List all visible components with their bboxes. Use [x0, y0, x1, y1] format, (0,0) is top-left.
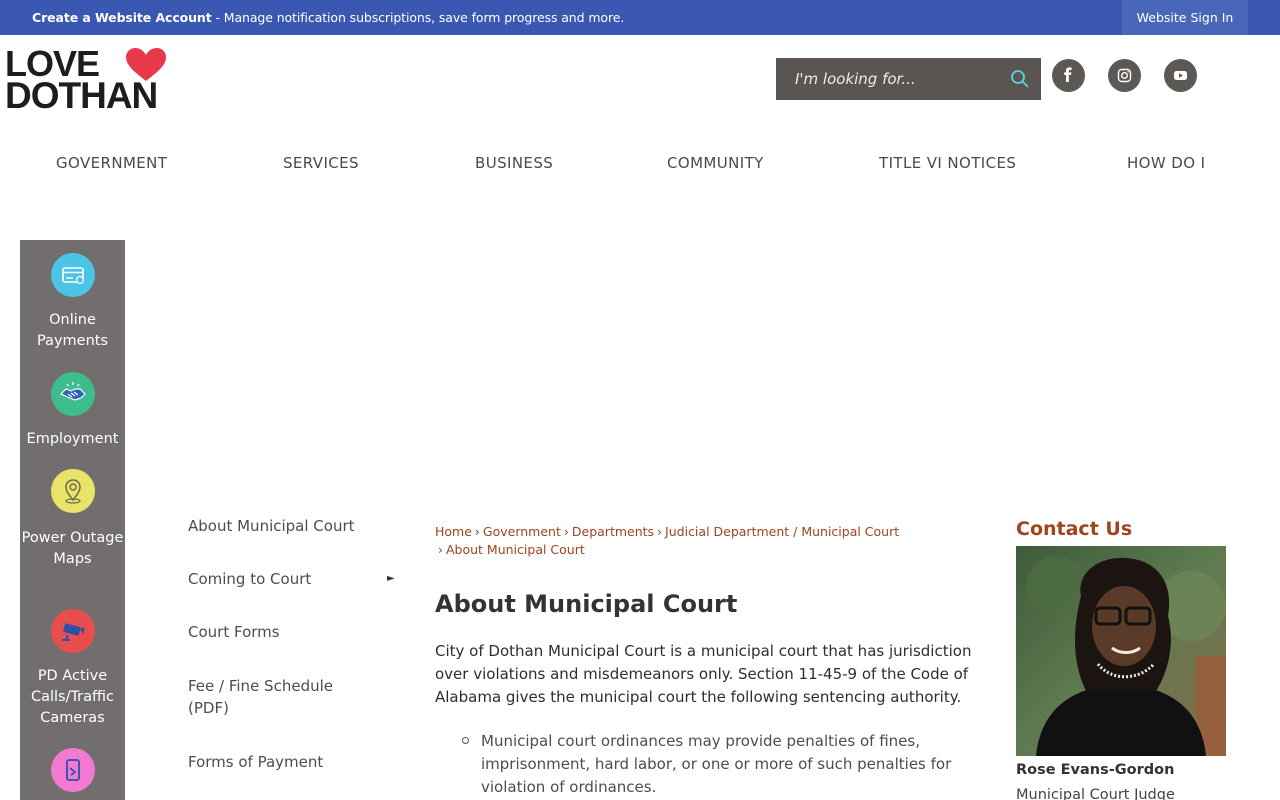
contact-role: Municipal Court Judge [1016, 787, 1175, 800]
facebook-button[interactable] [1052, 59, 1085, 92]
nav-title-vi-notices[interactable]: TITLE VI NOTICES [879, 154, 1016, 172]
handshake-icon [51, 372, 95, 416]
breadcrumb-departments[interactable]: Departments [572, 524, 654, 539]
intro-paragraph: City of Dothan Municipal Court is a muni… [435, 642, 972, 706]
page-title: About Municipal Court [435, 590, 738, 618]
breadcrumb-home[interactable]: Home [435, 524, 472, 539]
breadcrumb: Home › Government › Departments › Judicial Dep… [435, 523, 955, 559]
nav-government[interactable]: GOVERNMENT [56, 154, 167, 172]
nav-how-do-i[interactable]: HOW DO I [1127, 154, 1205, 172]
youtube-button[interactable] [1164, 59, 1197, 92]
sidenav-court-forms[interactable]: Court Forms [188, 621, 280, 643]
quick-link-label: Employment [26, 431, 119, 447]
contact-us-heading: Contact Us [1016, 518, 1133, 540]
quick-link-label: Online Payments [36, 312, 109, 349]
site-search [776, 58, 1041, 100]
instagram-icon [1117, 68, 1132, 83]
contact-name: Rose Evans-Gordon [1016, 762, 1175, 778]
nav-business[interactable]: BUSINESS [475, 154, 553, 172]
main-navigation: GOVERNMENT SERVICES BUSINESS COMMUNITY T… [0, 154, 1280, 176]
account-message-text: - Manage notification subscriptions, sav… [211, 10, 625, 25]
quick-link-label: Power Outage Maps [21, 530, 124, 567]
payment-card-icon [51, 253, 95, 297]
sidenav-about-municipal-court[interactable]: About Municipal Court [188, 515, 355, 537]
list-item: Municipal court ordinances may provide p… [481, 732, 952, 796]
breadcrumb-separator: › [438, 542, 443, 557]
top-announcement-bar: Create a Website Account - Manage notifi… [0, 0, 1280, 35]
account-message: Create a Website Account - Manage notifi… [32, 10, 624, 25]
breadcrumb-current[interactable]: About Municipal Court [446, 542, 585, 557]
mobile-icon [51, 748, 95, 792]
website-sign-in-button[interactable]: Website Sign In [1122, 0, 1248, 35]
facebook-icon [1064, 67, 1072, 82]
quick-links-sidebar: Online Payments Employment Power Outage … [20, 240, 125, 800]
breadcrumb-government[interactable]: Government [483, 524, 561, 539]
breadcrumb-judicial-department[interactable]: Judicial Department / Municipal Court [665, 524, 899, 539]
instagram-button[interactable] [1108, 59, 1141, 92]
nav-community[interactable]: COMMUNITY [667, 154, 764, 172]
sidenav-fee-fine-schedule[interactable]: Fee / Fine Schedule (PDF) [188, 675, 348, 719]
create-account-link[interactable]: Create a Website Account [32, 10, 212, 25]
judge-photo [1016, 546, 1226, 756]
breadcrumb-separator: › [563, 524, 569, 539]
sidenav-forms-of-payment[interactable]: Forms of Payment [188, 751, 323, 773]
search-input[interactable] [776, 58, 1001, 100]
quick-link-label: PD Active Calls/Traffic Cameras [30, 668, 115, 726]
bullet-marker [462, 737, 469, 744]
expand-arrow-icon[interactable]: ► [387, 573, 395, 584]
sidenav-coming-to-court[interactable]: Coming to Court [188, 568, 311, 590]
youtube-icon [1174, 71, 1187, 80]
love-dothan-logo[interactable]: LOVE DOTHAN [5, 46, 205, 116]
logo-line2: DOTHAN [5, 75, 158, 116]
nav-services[interactable]: SERVICES [283, 154, 359, 172]
breadcrumb-separator: › [657, 524, 663, 539]
map-pin-icon [51, 469, 95, 513]
camera-icon [51, 609, 95, 653]
search-icon[interactable] [1010, 69, 1030, 89]
breadcrumb-separator: › [474, 524, 480, 539]
